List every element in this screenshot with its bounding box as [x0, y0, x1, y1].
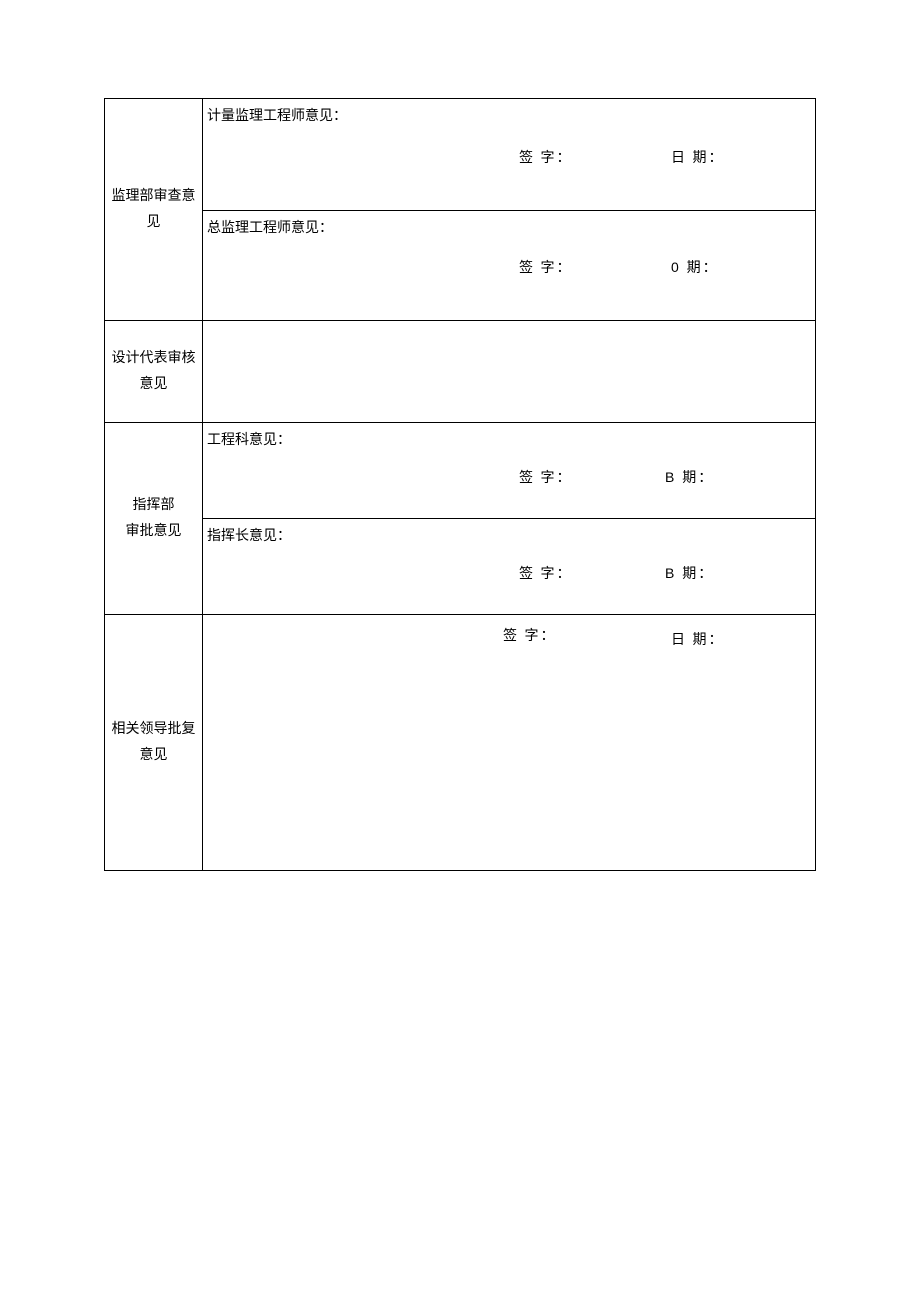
chief-opinion-cell: 总监理工程师意见： 签 字： 0 期： [203, 211, 816, 321]
design-opinion-cell [203, 321, 816, 423]
form-table: 监理部审查意见 计量监理工程师意见： 签 字： 日 期： 总监理工程师意见： 签… [104, 98, 816, 871]
command-label-line1: 指挥部 [133, 498, 175, 513]
engineering-sign-label: 签 字： [519, 467, 573, 487]
command-label-cell: 指挥部 审批意见 [105, 423, 203, 615]
commander-sign-label: 签 字： [519, 563, 573, 583]
leadership-opinion-cell: 签 字： 日 期： [203, 615, 816, 871]
leadership-label: 相关领导批复意见 [112, 722, 196, 762]
chief-sign-label: 签 字： [519, 257, 573, 277]
command-label-line2: 审批意见 [126, 524, 182, 539]
commander-date-label: B 期： [665, 563, 714, 583]
design-label-cell: 设计代表审核意见 [105, 321, 203, 423]
measurement-sign-label: 签 字： [519, 147, 573, 167]
supervision-label: 监理部审查意见 [112, 189, 196, 229]
commander-title: 指挥长意见： [207, 525, 291, 545]
engineering-opinion-cell: 工程科意见： 签 字： B 期： [203, 423, 816, 519]
leadership-sign-label: 签 字： [503, 625, 557, 645]
leadership-date-label: 日 期： [671, 629, 725, 649]
engineering-title: 工程科意见： [207, 429, 291, 449]
design-label: 设计代表审核意见 [112, 351, 196, 391]
commander-opinion-cell: 指挥长意见： 签 字： B 期： [203, 519, 816, 615]
supervision-label-cell: 监理部审查意见 [105, 99, 203, 321]
measurement-title: 计量监理工程师意见： [207, 105, 347, 125]
measurement-date-label: 日 期： [671, 147, 725, 167]
measurement-opinion-cell: 计量监理工程师意见： 签 字： 日 期： [203, 99, 816, 211]
chief-date-label: 0 期： [671, 257, 719, 277]
approval-table: 监理部审查意见 计量监理工程师意见： 签 字： 日 期： 总监理工程师意见： 签… [104, 98, 816, 871]
leadership-label-cell: 相关领导批复意见 [105, 615, 203, 871]
chief-title: 总监理工程师意见： [207, 217, 333, 237]
engineering-date-label: B 期： [665, 467, 714, 487]
